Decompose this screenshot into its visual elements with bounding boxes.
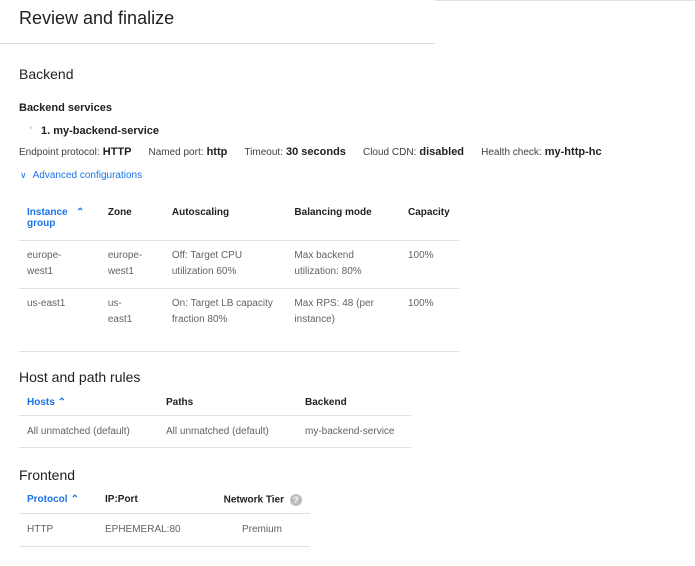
column-header-hosts[interactable]: Hosts ⌃: [19, 397, 158, 415]
backend-instance-groups-table: Instance group⌃ Zone Autoscaling Balanci…: [19, 207, 459, 352]
cloud-cdn-label: Cloud CDN:: [362, 147, 417, 158]
column-header-zone: Zone: [107, 207, 132, 218]
sort-ascending-icon: ⌃: [70, 494, 79, 505]
capacity-cell: 100%: [399, 287, 459, 352]
protocol-cell: HTTP: [19, 512, 97, 547]
table-row: HTTP EPHEMERAL:80 Premium: [19, 512, 310, 547]
health-check-label: Health check:: [481, 147, 542, 158]
advanced-configurations-link[interactable]: ∨ Advanced configurations: [20, 170, 142, 181]
instance-group-cell: us-east1: [19, 287, 100, 352]
named-port-label: Named port:: [148, 147, 204, 158]
table-header-row: Instance group⌃ Zone Autoscaling Balanci…: [19, 207, 459, 240]
backend-service-name: 1. my-backend-service: [41, 125, 160, 137]
backend-services-title: Backend services: [19, 102, 112, 114]
ip-port-cell: EPHEMERAL:80: [97, 512, 212, 547]
autoscaling-cell: Off: Target CPU utilization 60%: [163, 239, 287, 288]
help-icon[interactable]: ?: [290, 494, 302, 506]
host-path-rules-section-title: Host and path rules: [19, 369, 141, 385]
balancing-mode-cell: Max RPS: 48 (per instance): [286, 287, 400, 352]
expand-toggle-icon[interactable]: ‘: [30, 125, 38, 135]
backend-service-properties: Endpoint protocol: HTTP Named port: http…: [19, 146, 602, 158]
autoscaling-cell: On: Target LB capacity fraction 80%: [163, 287, 287, 352]
backend-section-title: Backend: [19, 66, 74, 82]
frontend-table: Protocol ⌃ IP:Port Network Tier? HTTP EPH…: [19, 494, 310, 547]
endpoint-protocol-label: Endpoint protocol:: [19, 147, 100, 158]
health-check-value: my-http-hc: [544, 146, 602, 158]
column-header-instance-group[interactable]: Instance group⌃: [19, 207, 100, 240]
table-row: europe-west1 europe-west1 Off: Target CP…: [19, 239, 459, 288]
cloud-cdn-value: disabled: [419, 146, 465, 158]
network-tier-cell: Premium: [212, 512, 310, 547]
column-header-ip-port: IP:Port: [105, 494, 138, 505]
column-header-paths: Paths: [166, 397, 194, 408]
page-title: Review and finalize: [19, 8, 175, 28]
page-header: Review and finalize: [0, 0, 435, 44]
column-header-autoscaling: Autoscaling: [171, 207, 230, 218]
zone-cell: us-east1: [107, 297, 133, 325]
frontend-section-title: Frontend: [19, 467, 76, 483]
column-header-capacity: Capacity: [407, 207, 450, 218]
header-divider: [435, 0, 695, 1]
timeout-label: Timeout:: [244, 147, 283, 158]
zone-cell: europe-west1: [107, 249, 143, 277]
hosts-cell: All unmatched (default): [19, 414, 158, 448]
endpoint-protocol-value: HTTP: [102, 146, 132, 158]
column-header-backend: Backend: [305, 397, 347, 408]
column-header-balancing-mode: Balancing mode: [294, 207, 372, 218]
instance-group-cell: europe-west1: [27, 249, 62, 277]
table-header-row: Protocol ⌃ IP:Port Network Tier?: [19, 494, 310, 513]
column-header-network-tier: Network Tier?: [212, 494, 310, 513]
advanced-configurations-label: Advanced configurations: [32, 170, 143, 181]
chevron-down-icon: ∨: [20, 170, 27, 180]
named-port-value: http: [206, 146, 228, 158]
column-header-protocol[interactable]: Protocol ⌃: [19, 494, 97, 513]
backend-service-header[interactable]: ‘1. my-backend-service: [30, 125, 159, 137]
table-row: All unmatched (default) All unmatched (d…: [19, 414, 411, 448]
host-path-rules-table: Hosts ⌃ Paths Backend All unmatched (defa…: [19, 397, 411, 448]
balancing-mode-cell: Max backend utilization: 80%: [286, 239, 400, 288]
table-row: us-east1 us-east1 On: Target LB capacity…: [19, 287, 459, 352]
sort-ascending-icon: ⌃: [76, 207, 85, 218]
timeout-value: 30 seconds: [286, 146, 346, 158]
backend-cell: my-backend-service: [297, 414, 411, 448]
paths-cell: All unmatched (default): [158, 414, 297, 448]
sort-ascending-icon: ⌃: [57, 397, 67, 408]
capacity-cell: 100%: [399, 239, 459, 288]
table-header-row: Hosts ⌃ Paths Backend: [19, 397, 411, 415]
